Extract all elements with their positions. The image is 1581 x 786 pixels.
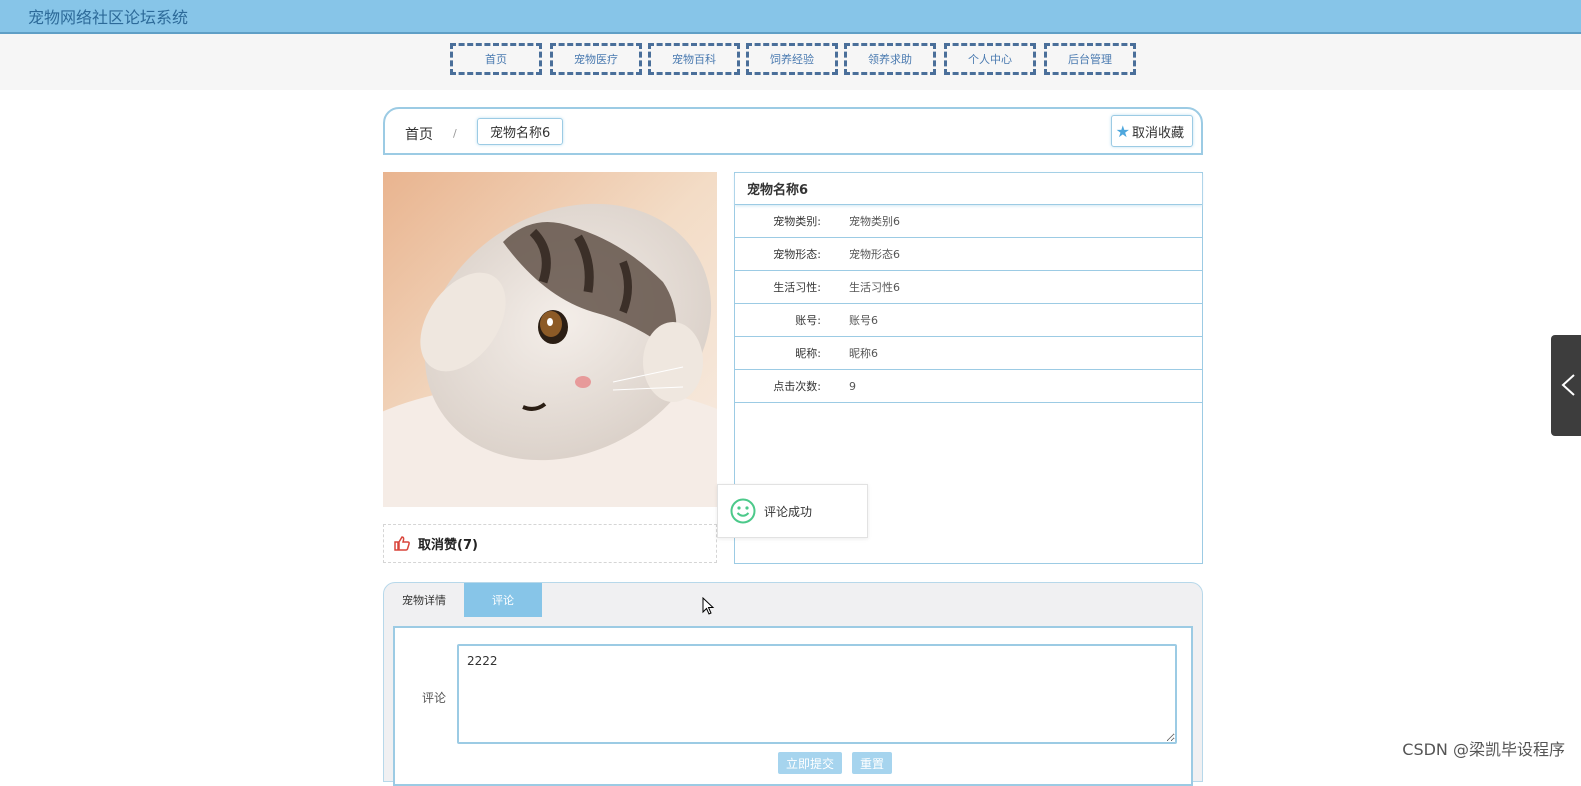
detail-row: 账号: 账号6 bbox=[735, 304, 1202, 337]
breadcrumb: 首页 / 宠物名称6 ★ 取消收藏 bbox=[383, 107, 1203, 155]
toast-message: 评论成功 bbox=[764, 504, 813, 519]
breadcrumb-separator: / bbox=[453, 127, 457, 140]
cat-image bbox=[383, 172, 717, 507]
nav-item-pet-encyclopedia[interactable]: 宠物百科 bbox=[648, 43, 740, 75]
detail-key: 宠物类别: bbox=[773, 215, 821, 228]
nav-item-home[interactable]: 首页 bbox=[450, 43, 542, 75]
site-title: 宠物网络社区论坛系统 bbox=[28, 8, 189, 27]
comment-textarea[interactable]: 2222 bbox=[457, 644, 1177, 744]
nav-item-admin[interactable]: 后台管理 bbox=[1044, 43, 1136, 75]
detail-value: 昵称6 bbox=[849, 347, 878, 360]
breadcrumb-current: 宠物名称6 bbox=[477, 118, 564, 145]
watermark: CSDN @梁凯毕设程序 bbox=[1402, 740, 1565, 759]
main-nav: 首页 宠物医疗 宠物百科 饲养经验 领养求助 个人中心 后台管理 bbox=[0, 34, 1581, 90]
tabs-panel: 宠物详情 评论 评论 2222 立即提交 重置 bbox=[383, 582, 1203, 786]
tab-comments[interactable]: 评论 bbox=[464, 583, 542, 617]
detail-row: 昵称: 昵称6 bbox=[735, 337, 1202, 370]
detail-value: 生活习性6 bbox=[849, 281, 900, 294]
detail-key: 账号: bbox=[795, 314, 821, 327]
detail-key: 生活习性: bbox=[773, 281, 821, 294]
pet-name-title: 宠物名称6 bbox=[735, 173, 1202, 205]
mouse-cursor-icon bbox=[702, 597, 715, 615]
smile-icon bbox=[730, 498, 756, 524]
detail-value: 9 bbox=[849, 379, 856, 393]
detail-row: 点击次数: 9 bbox=[735, 370, 1202, 403]
comment-form: 评论 2222 立即提交 重置 bbox=[393, 626, 1193, 786]
unfavorite-label: 取消收藏 bbox=[1131, 125, 1184, 141]
submit-button[interactable]: 立即提交 bbox=[778, 752, 842, 774]
nav-item-raising-experience[interactable]: 饲养经验 bbox=[746, 43, 838, 75]
detail-key: 昵称: bbox=[795, 347, 821, 360]
detail-key: 宠物形态: bbox=[773, 248, 821, 261]
detail-value: 宠物形态6 bbox=[849, 248, 900, 261]
unlike-label: 取消赞(7) bbox=[418, 538, 478, 553]
side-panel-toggle[interactable] bbox=[1551, 335, 1581, 436]
thumbs-up-icon bbox=[394, 536, 410, 551]
nav-item-personal-center[interactable]: 个人中心 bbox=[944, 43, 1036, 75]
detail-key: 点击次数: bbox=[773, 380, 821, 393]
pet-photo bbox=[383, 172, 717, 507]
detail-value: 账号6 bbox=[849, 314, 878, 327]
success-toast: 评论成功 bbox=[717, 484, 868, 538]
detail-row: 生活习性: 生活习性6 bbox=[735, 271, 1202, 304]
unfavorite-button[interactable]: ★ 取消收藏 bbox=[1110, 115, 1193, 147]
detail-row: 宠物类别: 宠物类别6 bbox=[735, 205, 1202, 238]
chevron-left-icon bbox=[1561, 374, 1575, 396]
nav-item-adoption-help[interactable]: 领养求助 bbox=[844, 43, 936, 75]
top-header-bar: 宠物网络社区论坛系统 bbox=[0, 0, 1581, 34]
star-icon: ★ bbox=[1115, 121, 1130, 141]
nav-item-pet-medical[interactable]: 宠物医疗 bbox=[550, 43, 642, 75]
detail-row: 宠物形态: 宠物形态6 bbox=[735, 238, 1202, 271]
tab-pet-details[interactable]: 宠物详情 bbox=[384, 583, 464, 617]
unlike-button[interactable]: 取消赞(7) bbox=[383, 524, 717, 563]
reset-button[interactable]: 重置 bbox=[852, 752, 892, 774]
detail-value: 宠物类别6 bbox=[849, 215, 900, 228]
comment-field-label: 评论 bbox=[422, 691, 447, 705]
breadcrumb-home-link[interactable]: 首页 bbox=[405, 124, 433, 144]
